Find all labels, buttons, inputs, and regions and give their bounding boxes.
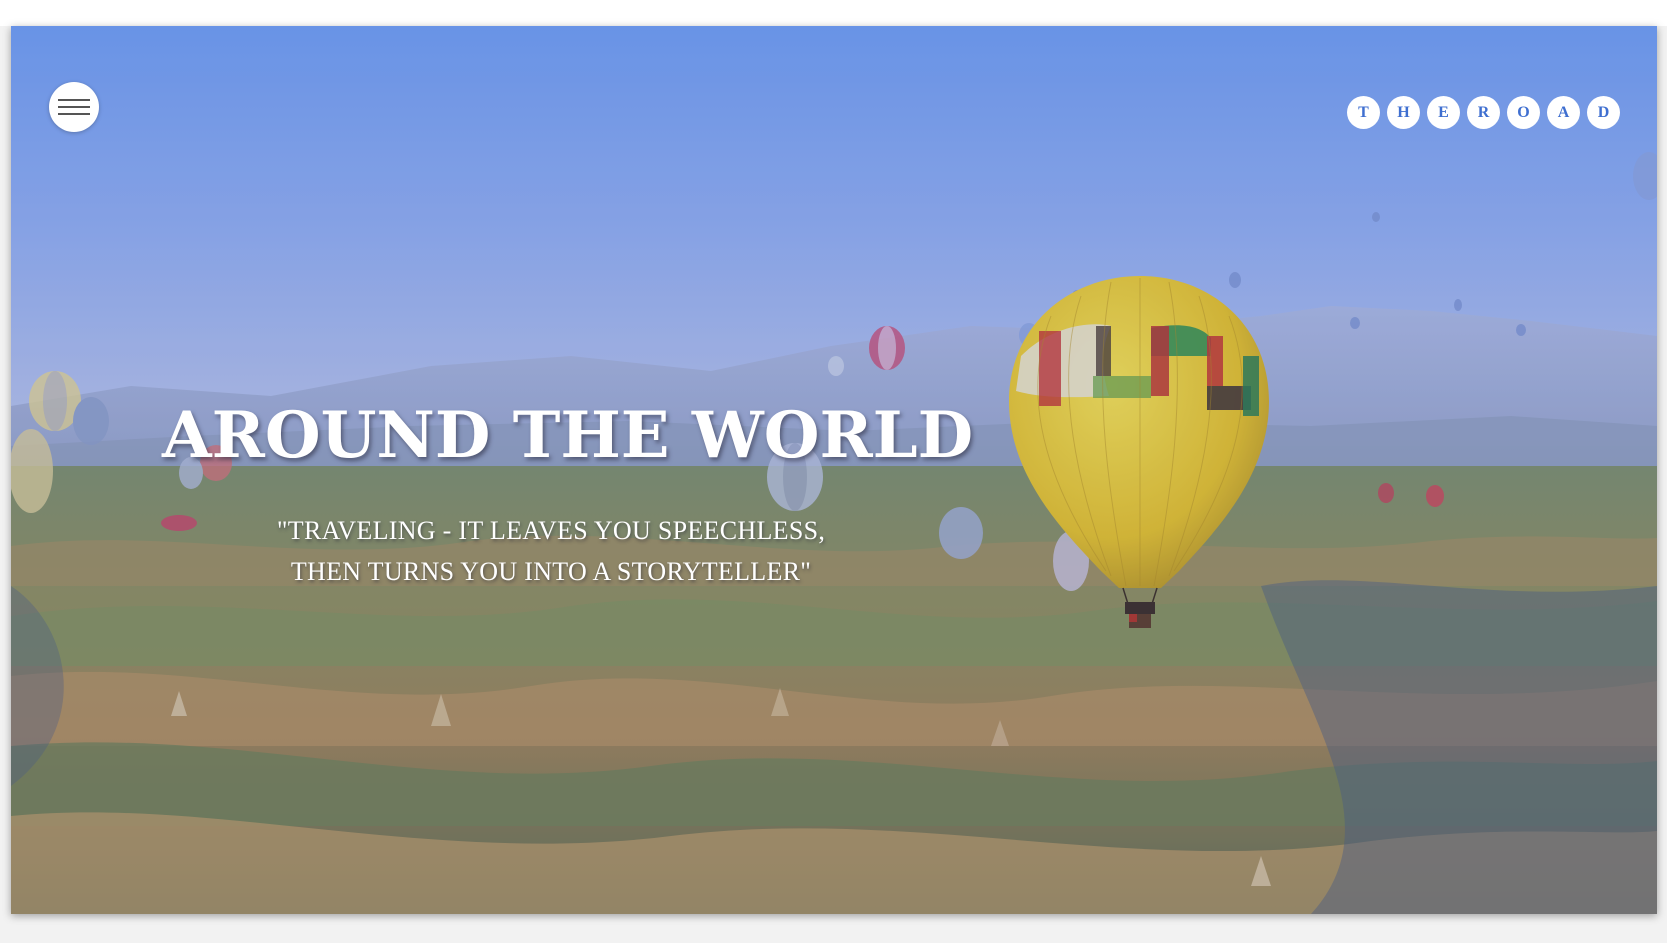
- hamburger-menu-button[interactable]: [49, 82, 99, 132]
- logo-letter-e[interactable]: E: [1427, 96, 1460, 129]
- logo-letter-h[interactable]: H: [1387, 96, 1420, 129]
- logo-letter-r[interactable]: R: [1467, 96, 1500, 129]
- hamburger-menu-icon: [58, 106, 90, 108]
- logo-letter-d[interactable]: D: [1587, 96, 1620, 129]
- hero-quote: "TRAVELING - IT LEAVES YOU SPEECHLESS, T…: [241, 510, 861, 592]
- hero-title: AROUND THE WORLD: [162, 398, 974, 473]
- logo-letter-t[interactable]: T: [1347, 96, 1380, 129]
- hero-section: T H E R O A D AROUND THE WORLD "TRAVELIN…: [11, 26, 1657, 914]
- logo-letter-o[interactable]: O: [1507, 96, 1540, 129]
- hero-quote-line-1: "TRAVELING - IT LEAVES YOU SPEECHLESS,: [276, 516, 826, 545]
- hero-quote-line-2: THEN TURNS YOU INTO A STORYTELLER": [290, 557, 812, 586]
- site-logo[interactable]: T H E R O A D: [1347, 96, 1620, 129]
- logo-letter-a[interactable]: A: [1547, 96, 1580, 129]
- hamburger-menu-icon: [58, 113, 90, 115]
- top-strip: [0, 0, 1667, 26]
- hamburger-menu-icon: [58, 99, 90, 101]
